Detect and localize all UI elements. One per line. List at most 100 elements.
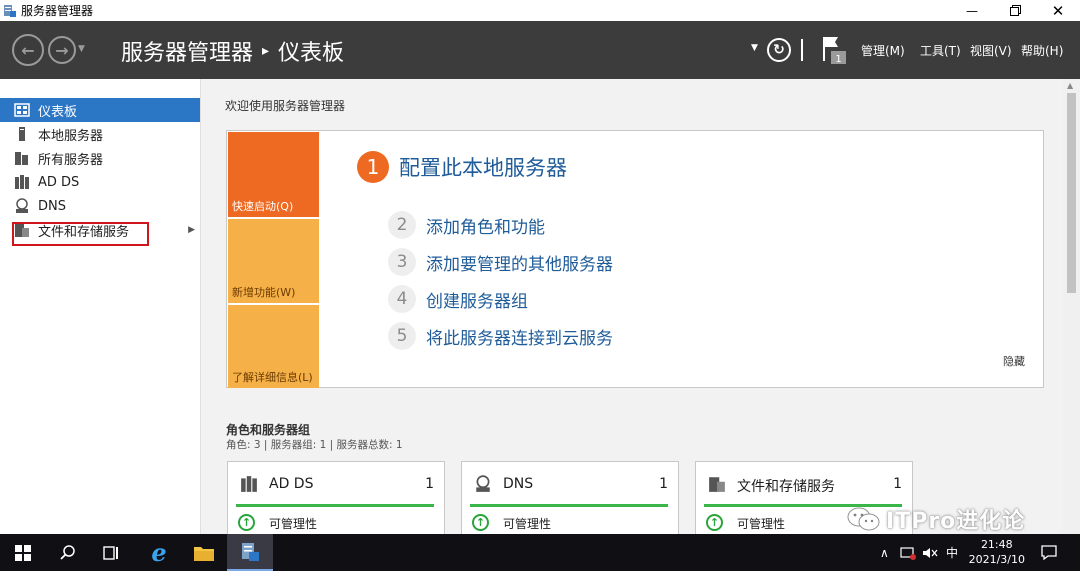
wechat-logo-icon (847, 507, 880, 531)
chevron-up-icon: ∧ (880, 545, 889, 560)
dns-icon (16, 198, 28, 213)
refresh-dropdown-icon[interactable]: ▼ (751, 43, 758, 53)
file-storage-icon (709, 477, 725, 492)
step-connect-cloud[interactable]: 5 将此服务器连接到云服务 (388, 322, 613, 350)
network-icon[interactable] (900, 534, 916, 571)
ad-ds-icon (241, 476, 257, 492)
divider (801, 39, 803, 61)
card-count: 1 (425, 476, 434, 492)
sidebar-item-ad-ds[interactable]: AD DS (0, 170, 200, 194)
show-hidden-icons[interactable]: ∧ (880, 534, 889, 571)
tile-learn-more[interactable]: 了解详细信息(L) (228, 305, 319, 388)
step-add-servers[interactable]: 3 添加要管理的其他服务器 (388, 248, 613, 276)
step-number: 5 (388, 322, 416, 350)
card-status[interactable]: 可管理性 (737, 515, 785, 532)
sidebar-item-label: 所有服务器 (38, 152, 104, 168)
watermark: ITPro进化论 (846, 503, 1025, 535)
action-center-icon[interactable] (1041, 534, 1057, 571)
vertical-scrollbar[interactable]: ▲ (1063, 79, 1080, 534)
step-configure-local-server[interactable]: 1 配置此本地服务器 (357, 151, 567, 183)
refresh-icon[interactable]: ↻ (767, 38, 791, 62)
step-number: 2 (388, 211, 416, 239)
scrollbar-thumb[interactable] (1067, 93, 1076, 293)
step-link[interactable]: 添加要管理的其他服务器 (426, 250, 613, 275)
tile-quick-start[interactable]: 快速启动(Q) (228, 132, 319, 217)
hide-link[interactable]: 隐藏 (1003, 353, 1025, 369)
ie-taskbar-button[interactable]: e (136, 534, 182, 571)
step-link[interactable]: 将此服务器连接到云服务 (426, 324, 613, 349)
menu-view[interactable]: 视图(V) (970, 42, 1012, 59)
step-link[interactable]: 配置此本地服务器 (399, 152, 567, 182)
breadcrumb-separator: ▸ (262, 43, 270, 59)
menu-manage[interactable]: 管理(M) (861, 42, 905, 59)
sidebar-item-label: 本地服务器 (38, 128, 104, 144)
server-manager-app-icon (242, 542, 259, 561)
task-view-icon (103, 545, 118, 560)
windows-logo-icon (15, 544, 31, 561)
server-manager-taskbar-button[interactable] (227, 534, 273, 571)
breadcrumb-app[interactable]: 服务器管理器 (121, 35, 253, 67)
card-status[interactable]: 可管理性 (269, 515, 317, 532)
expand-arrow-icon[interactable]: ▶ (188, 225, 195, 235)
restore-icon[interactable] (995, 0, 1035, 21)
card-title: AD DS (269, 476, 314, 492)
file-explorer-button[interactable] (181, 534, 227, 571)
notification-flag-icon[interactable]: 1 (822, 35, 848, 65)
menu-tools[interactable]: 工具(T) (920, 42, 961, 59)
step-link[interactable]: 创建服务器组 (426, 287, 528, 312)
watermark-text: ITPro进化论 (886, 509, 1026, 534)
roles-section-title: 角色和服务器组 (226, 423, 311, 437)
search-button[interactable] (45, 534, 91, 571)
dns-icon (476, 475, 490, 492)
step-number: 3 (388, 248, 416, 276)
step-add-roles[interactable]: 2 添加角色和功能 (388, 211, 545, 239)
card-title: DNS (503, 476, 534, 492)
sidebar-item-dashboard[interactable]: 仪表板 (0, 98, 200, 122)
card-count: 1 (893, 476, 902, 492)
close-icon[interactable]: ✕ (1038, 0, 1078, 21)
welcome-panel: 快速启动(Q) 新增功能(W) 了解详细信息(L) 1 配置此本地服务器 2 添… (226, 130, 1044, 388)
breadcrumb: 服务器管理器 ▸ 仪表板 (121, 35, 344, 67)
history-dropdown-icon[interactable]: ▼ (78, 44, 85, 54)
arrow-left-icon: ← (21, 40, 35, 60)
server-manager-app-icon (4, 4, 16, 17)
breadcrumb-page: 仪表板 (278, 41, 345, 66)
task-view-button[interactable] (89, 534, 135, 571)
sidebar-item-dns[interactable]: DNS (0, 194, 200, 218)
sidebar-item-label: DNS (38, 198, 66, 214)
sidebar-item-all-servers[interactable]: 所有服务器 (0, 146, 200, 170)
card-status[interactable]: 可管理性 (503, 515, 551, 532)
step-create-group[interactable]: 4 创建服务器组 (388, 285, 528, 313)
folder-icon (194, 546, 214, 561)
step-number: 4 (388, 285, 416, 313)
role-card-dns[interactable]: DNS 1 ↑ 可管理性 (461, 461, 679, 541)
sidebar-item-local-server[interactable]: 本地服务器 (0, 122, 200, 146)
dashboard-content: 欢迎使用服务器管理器 快速启动(Q) 新增功能(W) 了解详细信息(L) 1 配… (201, 79, 1080, 541)
welcome-title: 欢迎使用服务器管理器 (225, 99, 346, 113)
taskbar-clock[interactable]: 21:48 2021/3/10 (969, 537, 1025, 567)
servers-icon (15, 152, 28, 165)
notification-count: 1 (835, 54, 841, 65)
step-link[interactable]: 添加角色和功能 (426, 213, 545, 238)
clock-date: 2021/3/10 (968, 553, 1025, 566)
menu-help[interactable]: 帮助(H) (1021, 42, 1063, 59)
tile-label: 了解详细信息(L) (232, 371, 313, 384)
start-button[interactable] (0, 534, 46, 571)
internet-explorer-icon: e (151, 538, 167, 567)
highlight-box (12, 222, 149, 246)
up-arrow-icon: ↑ (472, 514, 489, 531)
dashboard-icon (14, 103, 30, 117)
forward-button[interactable]: → (48, 36, 76, 64)
ime-indicator[interactable]: 中 (946, 534, 958, 571)
tile-label: 快速启动(Q) (232, 200, 294, 213)
back-button[interactable]: ← (12, 34, 44, 66)
tile-whats-new[interactable]: 新增功能(W) (228, 219, 319, 303)
minimize-icon[interactable]: — (952, 0, 992, 21)
search-icon (60, 544, 75, 560)
roles-summary: 角色: 3 | 服务器组: 1 | 服务器总数: 1 (226, 439, 403, 451)
volume-icon[interactable] (922, 534, 938, 571)
ad-ds-icon (15, 175, 29, 189)
role-card-ad-ds[interactable]: AD DS 1 ↑ 可管理性 (227, 461, 445, 541)
sidebar-item-label: 仪表板 (38, 104, 78, 120)
scroll-up-icon[interactable]: ▲ (1067, 81, 1073, 90)
